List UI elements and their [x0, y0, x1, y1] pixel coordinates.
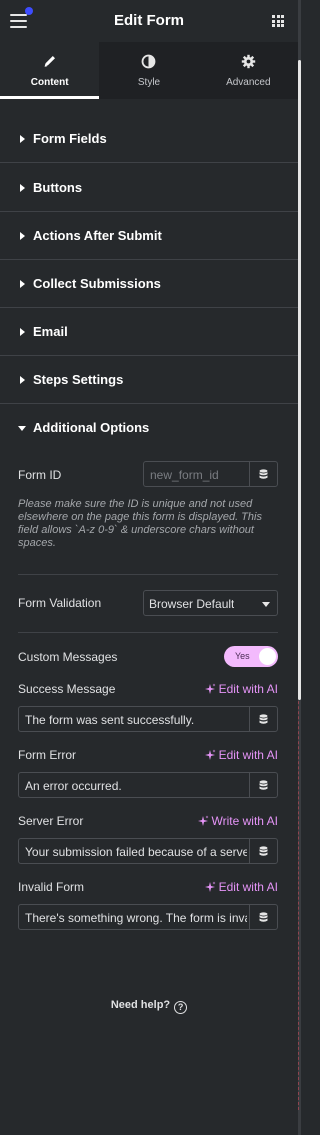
sparkle-icon	[204, 749, 216, 760]
custom-messages-toggle[interactable]: Yes	[224, 646, 278, 667]
database-icon	[259, 468, 268, 479]
toggle-knob	[259, 648, 276, 665]
caret-down-icon	[18, 426, 26, 431]
form-error-value: An error occurred.	[25, 779, 122, 793]
question-icon: ?	[174, 1001, 188, 1014]
sparkle-icon	[204, 881, 216, 892]
panel-tabs: Content Style Advanced	[0, 42, 298, 99]
pencil-icon	[0, 54, 99, 70]
form-id-field[interactable]: new_form_id	[143, 461, 278, 487]
sparkle-icon	[197, 815, 209, 826]
section-additional-options[interactable]: Additional Options	[0, 404, 298, 452]
invalid-form-label: Invalid Form	[18, 880, 85, 894]
editor-panel: Edit Form Content Style Advanced Form Fi…	[0, 0, 298, 1135]
database-icon	[259, 911, 268, 922]
custom-messages-label: Custom Messages	[18, 650, 118, 664]
caret-right-icon	[20, 135, 25, 143]
section-steps-settings[interactable]: Steps Settings	[0, 356, 298, 404]
server-error-label: Server Error	[18, 814, 84, 828]
section-label: Email	[33, 324, 68, 339]
tab-style[interactable]: Style	[99, 42, 198, 99]
ai-action-label: Write with AI	[211, 814, 278, 828]
form-error-label: Form Error	[18, 748, 76, 762]
section-label: Additional Options	[33, 420, 150, 435]
panel-header: Edit Form	[0, 0, 298, 42]
success-message-field[interactable]: The form was sent successfully.	[18, 706, 278, 732]
caret-right-icon	[20, 328, 25, 336]
server-error-field[interactable]: Your submission failed because of a serv…	[18, 838, 278, 864]
dynamic-tags-button[interactable]	[249, 773, 277, 797]
caret-right-icon	[20, 184, 25, 192]
dynamic-tags-button[interactable]	[249, 905, 277, 929]
form-validation-value: Browser Default	[149, 597, 235, 611]
section-label: Buttons	[33, 180, 83, 195]
caret-right-icon	[20, 232, 25, 240]
need-help-link[interactable]: Need help??	[0, 999, 298, 1014]
dynamic-tags-button[interactable]	[249, 707, 277, 731]
panel-title: Edit Form	[114, 12, 184, 29]
dynamic-tags-button[interactable]	[249, 839, 277, 863]
section-label: Actions After Submit	[33, 228, 162, 243]
divider	[18, 574, 278, 575]
form-id-placeholder: new_form_id	[150, 468, 219, 482]
divider	[18, 632, 278, 633]
half-circle-icon	[99, 54, 198, 70]
sparkle-icon	[204, 683, 216, 694]
ai-action-label: Edit with AI	[218, 748, 278, 762]
widgets-grid-icon[interactable]	[272, 15, 284, 27]
success-message-label: Success Message	[18, 682, 116, 696]
database-icon	[259, 713, 268, 724]
invalid-form-field[interactable]: There's something wrong. The form is inv…	[18, 904, 278, 930]
caret-right-icon	[20, 376, 25, 384]
gear-icon	[199, 54, 298, 70]
section-label: Steps Settings	[33, 372, 124, 387]
form-error-field[interactable]: An error occurred.	[18, 772, 278, 798]
tab-label: Style	[137, 77, 161, 88]
tab-label: Content	[30, 77, 69, 88]
chevron-down-icon	[262, 602, 270, 607]
tab-label: Advanced	[226, 77, 271, 88]
section-buttons[interactable]: Buttons	[0, 164, 298, 212]
need-help-label: Need help?	[110, 999, 171, 1011]
form-id-help-text: Please make sure the ID is unique and no…	[18, 498, 262, 549]
edit-with-ai-link[interactable]: Edit with AI	[204, 880, 278, 894]
form-validation-label: Form Validation	[18, 596, 102, 610]
tab-content[interactable]: Content	[0, 42, 100, 99]
section-label: Collect Submissions	[33, 276, 161, 291]
section-email[interactable]: Email	[0, 308, 298, 356]
success-message-value: The form was sent successfully.	[25, 713, 195, 727]
form-id-label: Form ID	[18, 468, 62, 482]
section-collect-submissions[interactable]: Collect Submissions	[0, 260, 298, 308]
section-label: Form Fields	[33, 131, 107, 146]
scrollbar-thumb[interactable]	[298, 60, 301, 700]
write-with-ai-link[interactable]: Write with AI	[197, 814, 278, 828]
toggle-label: Yes	[235, 651, 250, 661]
form-validation-select[interactable]: Browser Default	[143, 590, 278, 616]
caret-right-icon	[20, 280, 25, 288]
server-error-value: Your submission failed because of a serv…	[25, 845, 247, 859]
ai-action-label: Edit with AI	[218, 682, 278, 696]
edit-with-ai-link[interactable]: Edit with AI	[204, 682, 278, 696]
invalid-form-value: There's something wrong. The form is inv…	[25, 911, 247, 925]
section-form-fields[interactable]: Form Fields	[0, 115, 298, 163]
dynamic-tags-button[interactable]	[249, 462, 277, 486]
ai-action-label: Edit with AI	[218, 880, 278, 894]
edit-with-ai-link[interactable]: Edit with AI	[204, 748, 278, 762]
database-icon	[259, 779, 268, 790]
database-icon	[259, 845, 268, 856]
tab-advanced[interactable]: Advanced	[199, 42, 298, 99]
section-actions-after-submit[interactable]: Actions After Submit	[0, 212, 298, 260]
